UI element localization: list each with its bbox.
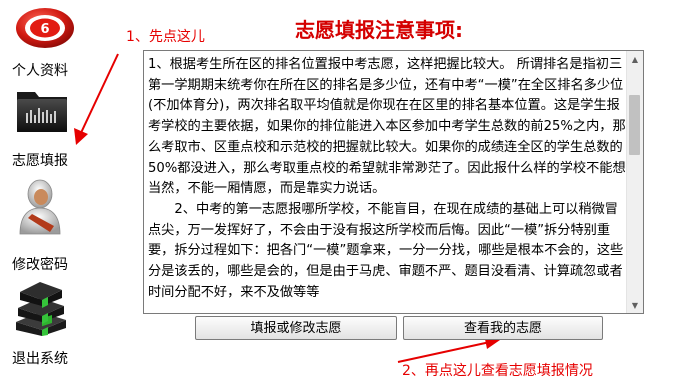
sidebar-item-password[interactable]: 修改密码 bbox=[0, 176, 95, 274]
folder-icon[interactable] bbox=[14, 86, 70, 136]
books-icon[interactable] bbox=[12, 278, 70, 336]
sidebar-item-logout[interactable]: 退出系统 bbox=[0, 278, 95, 374]
sidebar-item-label[interactable]: 个人资料 bbox=[12, 60, 68, 80]
logo-ring-icon[interactable]: 6 bbox=[14, 6, 76, 50]
notes-paragraph-2: 2、中考的第一志愿报哪所学校，不能盲目，在现在成绩的基础上可以稍微冒点尖，万一发… bbox=[148, 201, 624, 300]
vertical-scrollbar[interactable]: ▲ ▼ bbox=[626, 51, 643, 313]
annotation-step-1: 1、先点这儿 bbox=[126, 29, 205, 45]
sidebar-item-volunteer[interactable]: 志愿填报 bbox=[0, 84, 95, 174]
sidebar-item-label[interactable]: 修改密码 bbox=[12, 254, 68, 274]
scroll-up-icon[interactable]: ▲ bbox=[627, 51, 643, 67]
sidebar-item-label[interactable]: 志愿填报 bbox=[12, 150, 68, 170]
page-title: 志愿填报注意事项: bbox=[295, 18, 463, 42]
svg-text:6: 6 bbox=[40, 22, 49, 37]
notes-textarea[interactable]: 1、根据考生所在区的排名位置报中考志愿，这样把握比较大。 所谓排名是指初三第一学… bbox=[143, 50, 644, 314]
sidebar-item-profile[interactable]: 6 个人资料 bbox=[0, 0, 95, 82]
user-icon[interactable] bbox=[14, 176, 66, 236]
fill-volunteer-button[interactable]: 填报或修改志愿 bbox=[195, 316, 397, 340]
scrollbar-thumb[interactable] bbox=[629, 95, 640, 155]
scroll-down-icon[interactable]: ▼ bbox=[627, 297, 643, 313]
view-volunteer-button[interactable]: 查看我的志愿 bbox=[403, 316, 603, 340]
notes-paragraph-1: 1、根据考生所在区的排名位置报中考志愿，这样把握比较大。 所谓排名是指初三第一学… bbox=[148, 57, 626, 197]
annotation-step-2: 2、再点这儿查看志愿填报情况 bbox=[402, 363, 593, 379]
sidebar-item-label[interactable]: 退出系统 bbox=[12, 348, 68, 368]
notes-content: 1、根据考生所在区的排名位置报中考志愿，这样把握比较大。 所谓排名是指初三第一学… bbox=[148, 55, 626, 303]
